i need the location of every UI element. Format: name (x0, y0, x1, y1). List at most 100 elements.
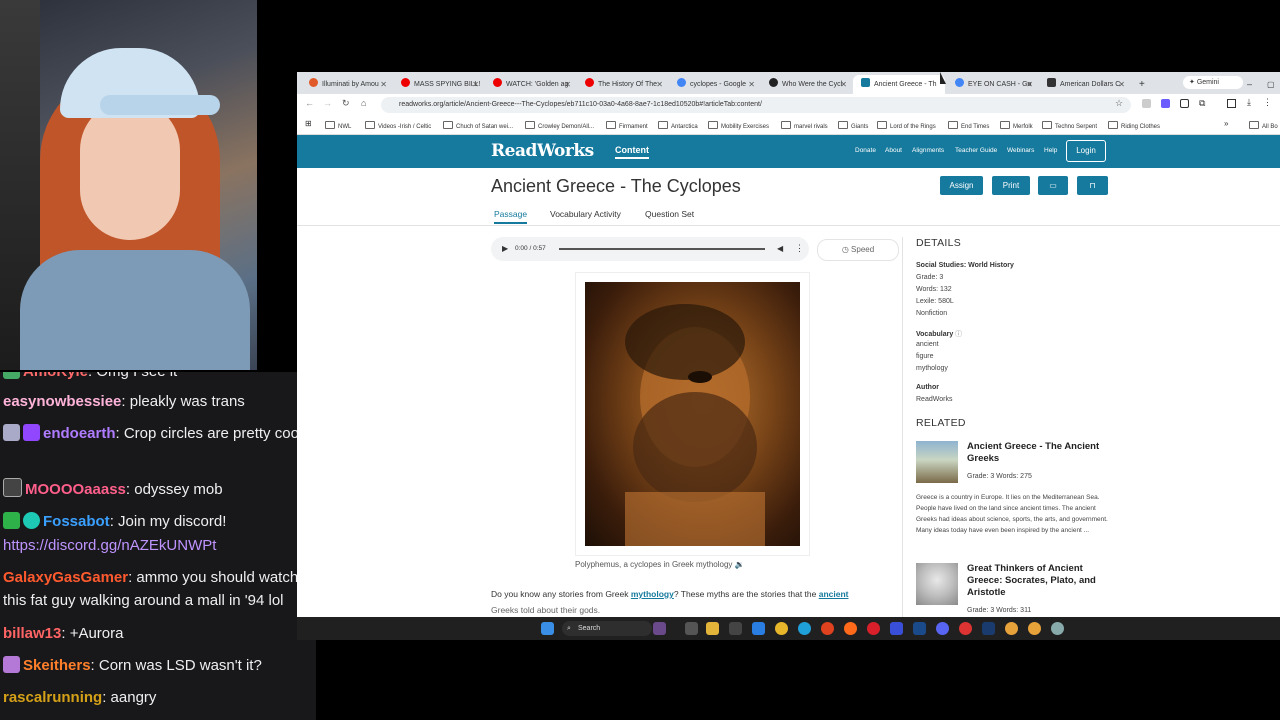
browser-tab-active[interactable]: Ancient Greece - Th (853, 75, 945, 94)
chat-username[interactable]: Skeithers (23, 657, 91, 674)
screen-icon[interactable] (1227, 99, 1236, 108)
vocab-word[interactable]: ancient (916, 341, 939, 348)
close-tab-icon[interactable]: ✕ (380, 75, 387, 94)
bookmark[interactable]: Giants (838, 121, 868, 130)
bookmark[interactable]: Videos -Irish / Celtic (365, 121, 431, 130)
close-tab-icon[interactable]: ✕ (748, 75, 755, 94)
chat-username[interactable]: endoearth (43, 425, 116, 442)
related-title[interactable]: Ancient Greece - The Ancient Greeks (967, 441, 1117, 465)
related-thumbnail[interactable] (916, 563, 958, 605)
vocab-word[interactable]: figure (916, 353, 934, 360)
nav-about[interactable]: About (885, 147, 902, 154)
chat-username[interactable]: AmoKyle (23, 372, 88, 380)
back-icon[interactable]: ← (305, 98, 314, 108)
home-icon[interactable]: ⌂ (361, 98, 366, 108)
url-input[interactable]: readworks.org/article/Ancient-Greece---T… (381, 97, 1131, 113)
bookmark[interactable]: Techno Serpent (1042, 121, 1097, 130)
close-tab-icon[interactable]: ✕ (656, 75, 663, 94)
chat-username[interactable]: GalaxyGasGamer (3, 569, 128, 586)
tab-vocabulary-activity[interactable]: Vocabulary Activity (550, 209, 621, 219)
bookmark[interactable]: Crowley Demon/All... (525, 121, 594, 130)
extension-icon[interactable] (1142, 99, 1151, 108)
widgets-icon[interactable] (653, 622, 666, 635)
steam-icon[interactable] (913, 622, 926, 635)
chrome-profile-icon[interactable] (1005, 622, 1018, 635)
related-thumbnail[interactable] (916, 441, 958, 483)
menu-icon[interactable]: ⋮ (1263, 97, 1272, 108)
bookmark-star-icon[interactable]: ☆ (1115, 98, 1123, 109)
nav-donate[interactable]: Donate (855, 147, 876, 154)
content-nav-link[interactable]: Content (615, 145, 649, 159)
photoshop-icon[interactable] (982, 622, 995, 635)
settings-icon[interactable] (1051, 622, 1064, 635)
bookmark[interactable]: Antarctica (658, 121, 698, 130)
close-tab-icon[interactable]: ✕ (472, 75, 479, 94)
brave-icon[interactable] (821, 622, 834, 635)
bookmark[interactable]: Mobility Exercises (708, 121, 769, 130)
chat-username[interactable]: rascalrunning (3, 689, 102, 706)
browser-tab[interactable]: Illuminati by Amou ✕ (301, 75, 391, 94)
chat-username[interactable]: MOOOOaaass (25, 481, 126, 498)
audio-player[interactable]: ▶ 0:00 / 0:57 ◀ ⋮ (491, 237, 809, 261)
bookmark[interactable]: NWL (325, 121, 351, 130)
extension-icon[interactable] (1161, 99, 1170, 108)
bookmark[interactable]: Merfolk (1000, 121, 1033, 130)
speaker-icon[interactable]: 🔉 (735, 560, 745, 569)
close-tab-icon[interactable]: ✕ (564, 75, 571, 94)
bookmark[interactable]: marvel rivals (781, 121, 828, 130)
bookmark[interactable]: Chuch of Satan wei... (443, 121, 513, 130)
bookmark[interactable]: Firmament (606, 121, 648, 130)
app-icon[interactable] (890, 622, 903, 635)
terminal-icon[interactable] (729, 622, 742, 635)
volume-icon[interactable]: ◀ (777, 244, 783, 253)
browser-tab[interactable]: MASS SPYING BILL! ✕ (393, 75, 483, 94)
browser-tab[interactable]: Who Were the Cycl ✕ (761, 75, 851, 94)
file-explorer-icon[interactable] (706, 622, 719, 635)
chrome-profile-icon[interactable] (1028, 622, 1041, 635)
more-options-icon[interactable]: ⋮ (795, 243, 804, 254)
speed-button[interactable]: ◷ Speed (817, 239, 899, 261)
all-bookmarks[interactable]: All Bo (1249, 121, 1278, 130)
close-tab-icon[interactable]: ✕ (1026, 75, 1033, 94)
bookmark[interactable]: End Times (948, 121, 989, 130)
browser-tab[interactable]: WATCH: 'Golden ag ✕ (485, 75, 575, 94)
edge-icon[interactable] (798, 622, 811, 635)
more-bookmarks-icon[interactable]: » (1224, 119, 1228, 128)
close-tab-icon[interactable]: ✕ (1118, 75, 1125, 94)
print-button[interactable]: Print (992, 176, 1030, 195)
bookmark[interactable]: Riding Clothes (1108, 121, 1160, 130)
close-tab-icon[interactable]: ✕ (840, 75, 847, 94)
gemini-button[interactable]: ✦ Gemini (1183, 76, 1243, 89)
vocab-link-mythology[interactable]: mythology (631, 589, 674, 599)
chat-username[interactable]: billaw13 (3, 625, 61, 642)
play-icon[interactable]: ▶ (502, 244, 508, 253)
login-button[interactable]: Login (1066, 140, 1106, 162)
forward-icon[interactable]: → (323, 98, 332, 108)
reload-icon[interactable]: ↻ (342, 98, 350, 109)
save-button[interactable]: ⊓ (1077, 176, 1108, 195)
opera-icon[interactable] (867, 622, 880, 635)
nav-teacher-guide[interactable]: Teacher Guide (955, 147, 997, 154)
info-icon[interactable]: ⓘ (955, 331, 962, 338)
discord-link[interactable]: https://discord.gg/nAZEkUNWPt (3, 534, 315, 557)
browser-tab[interactable]: EYE ON CASH - Go ✕ (947, 75, 1037, 94)
store-icon[interactable] (752, 622, 765, 635)
maximize-button[interactable]: ▢ (1267, 75, 1277, 94)
nav-alignments[interactable]: Alignments (912, 147, 944, 154)
nav-webinars[interactable]: Webinars (1007, 147, 1034, 154)
tab-passage[interactable]: Passage (494, 209, 528, 224)
browser-tab[interactable]: American Dollars C ✕ (1039, 75, 1129, 94)
apps-grid-icon[interactable]: ⊞ (305, 119, 312, 128)
bookmark[interactable]: Lord of the Rings (877, 121, 936, 130)
related-title[interactable]: Great Thinkers of Ancient Greece: Socrat… (967, 563, 1117, 599)
readworks-logo[interactable]: ReadWorks (491, 141, 594, 161)
browser-tab[interactable]: The History Of The ✕ (577, 75, 667, 94)
chat-username[interactable]: easynowbessiee (3, 393, 121, 410)
new-tab-button[interactable]: + (1139, 75, 1153, 94)
tab-question-set[interactable]: Question Set (645, 209, 694, 219)
extension-icon[interactable] (1180, 99, 1189, 108)
firefox-icon[interactable] (844, 622, 857, 635)
assign-button[interactable]: Assign (940, 176, 983, 195)
task-view-icon[interactable] (685, 622, 698, 635)
minimize-button[interactable]: – (1247, 75, 1257, 94)
